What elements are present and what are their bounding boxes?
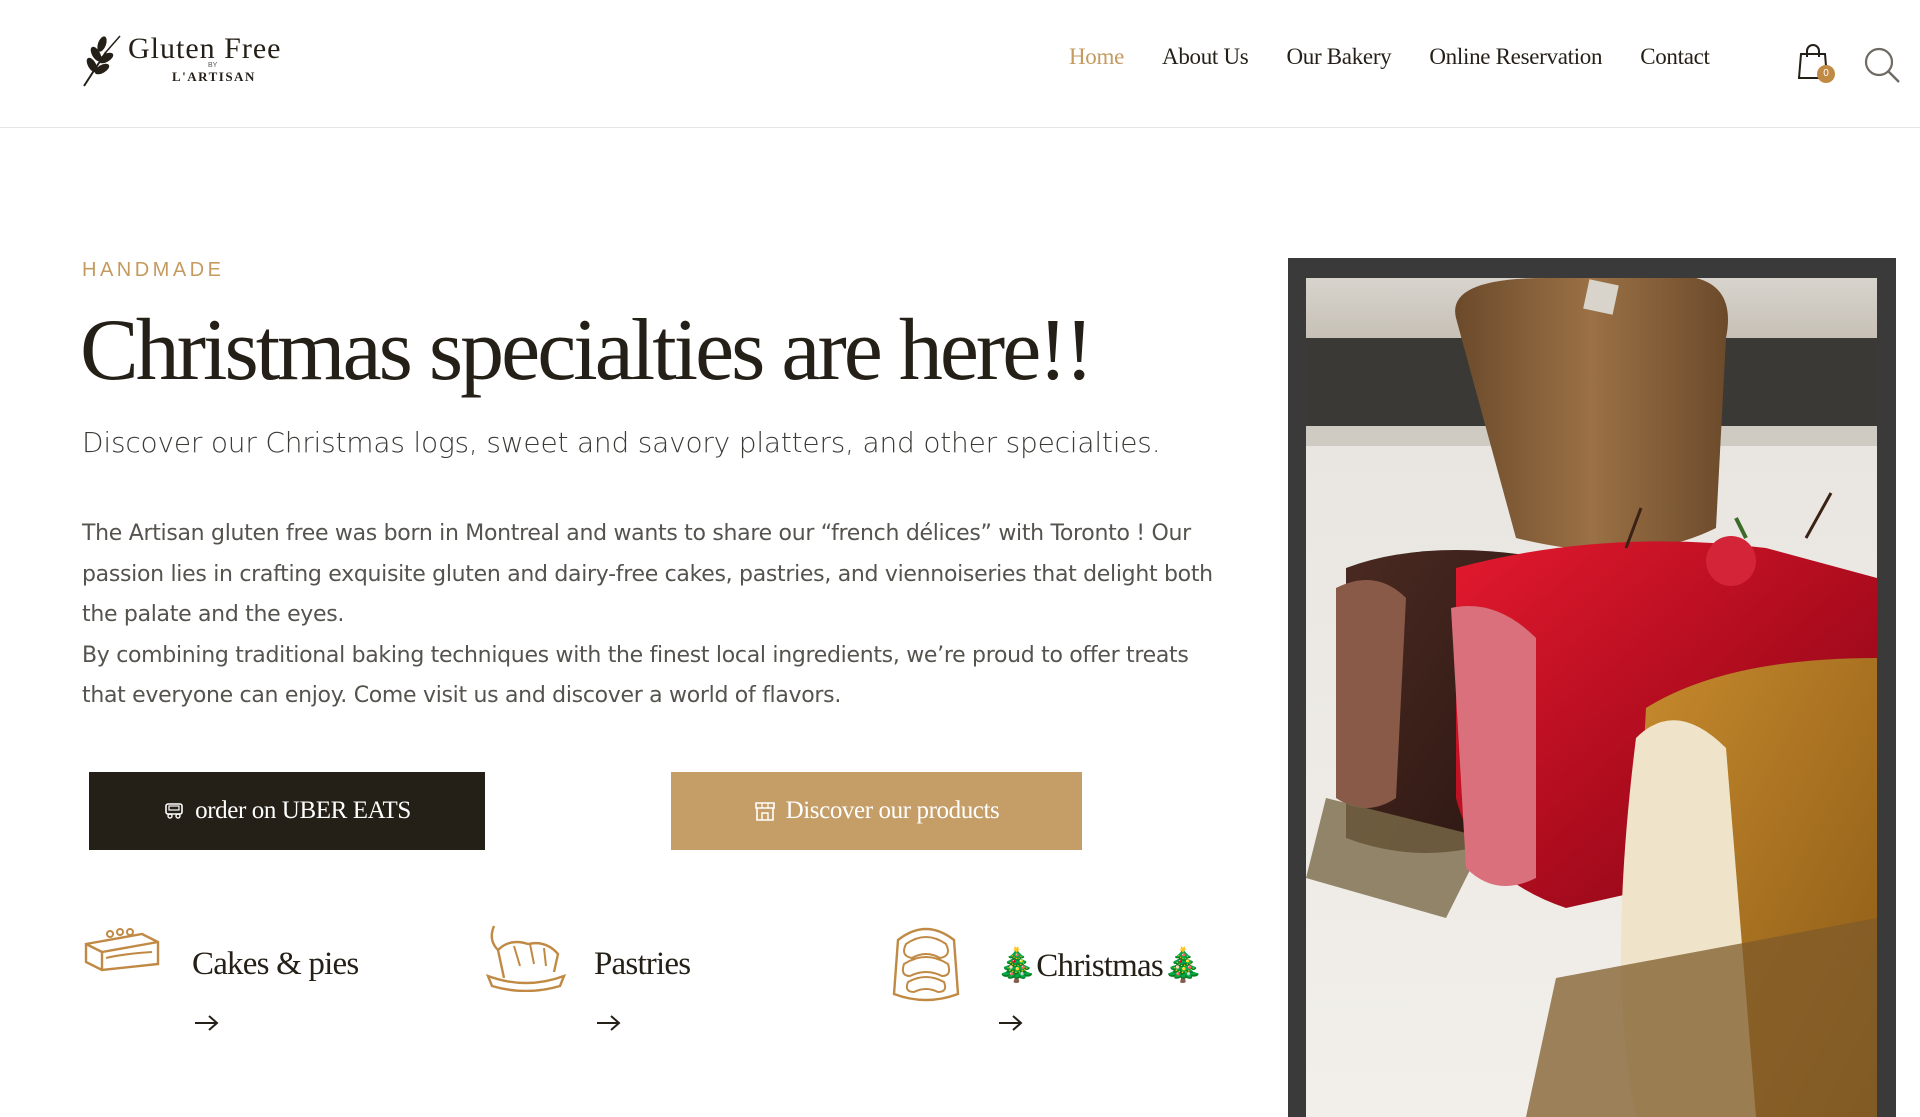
nav-item-contact[interactable]: Contact [1640, 44, 1710, 70]
arrow-right-icon[interactable] [596, 1013, 622, 1033]
hero-headline: Christmas specialties are here!! [80, 302, 1094, 399]
brand-subtitle: L'ARTISAN [172, 69, 256, 84]
nav-item-home[interactable]: Home [1069, 44, 1124, 70]
delivery-truck-icon [163, 802, 185, 820]
storefront-icon [754, 800, 776, 822]
site-header: Gluten Free BY L'ARTISAN Home About Us O… [0, 0, 1920, 128]
hero-paragraph-1: The Artisan gluten free was born in Mont… [82, 521, 1213, 627]
hero-eyebrow: HANDMADE [82, 259, 225, 281]
cart-button[interactable]: 0 [1797, 44, 1838, 86]
cart-count-badge: 0 [1817, 65, 1835, 83]
hero-subhead: Discover our Christmas logs, sweet and s… [82, 426, 1161, 459]
brand-by: BY [208, 62, 218, 69]
category-label: Cakes & pies [192, 946, 359, 982]
hero-description: The Artisan gluten free was born in Mont… [82, 514, 1217, 717]
category-label: Pastries [594, 946, 691, 982]
hero-paragraph-2: By combining traditional baking techniqu… [82, 642, 1189, 709]
nav-item-about-us[interactable]: About Us [1162, 44, 1249, 70]
order-uber-eats-label: order on UBER EATS [195, 797, 411, 824]
arrow-right-icon[interactable] [998, 1013, 1024, 1033]
brand-logo[interactable]: Gluten Free BY L'ARTISAN [80, 30, 300, 90]
search-button[interactable] [1863, 46, 1901, 84]
arrow-right-icon[interactable] [194, 1013, 220, 1033]
yule-logs-photo [1306, 278, 1877, 1117]
discover-products-button[interactable]: Discover our products [671, 772, 1082, 850]
wheat-logo-icon [83, 35, 121, 87]
order-uber-eats-button[interactable]: order on UBER EATS [89, 772, 485, 850]
hero-image-frame [1288, 258, 1896, 1117]
cake-icon [84, 928, 160, 972]
croissant-icon [485, 925, 567, 992]
discover-products-label: Discover our products [785, 797, 1000, 824]
nav-item-online-reservation[interactable]: Online Reservation [1429, 44, 1602, 70]
nav-item-our-bakery[interactable]: Our Bakery [1286, 44, 1391, 70]
yule-log-icon [892, 927, 960, 1002]
search-icon [1864, 47, 1900, 83]
main-nav: Home About Us Our Bakery Online Reservat… [1069, 44, 1748, 70]
brand-title: Gluten Free [128, 32, 282, 65]
category-label: 🎄Christmas🎄 [996, 948, 1204, 984]
